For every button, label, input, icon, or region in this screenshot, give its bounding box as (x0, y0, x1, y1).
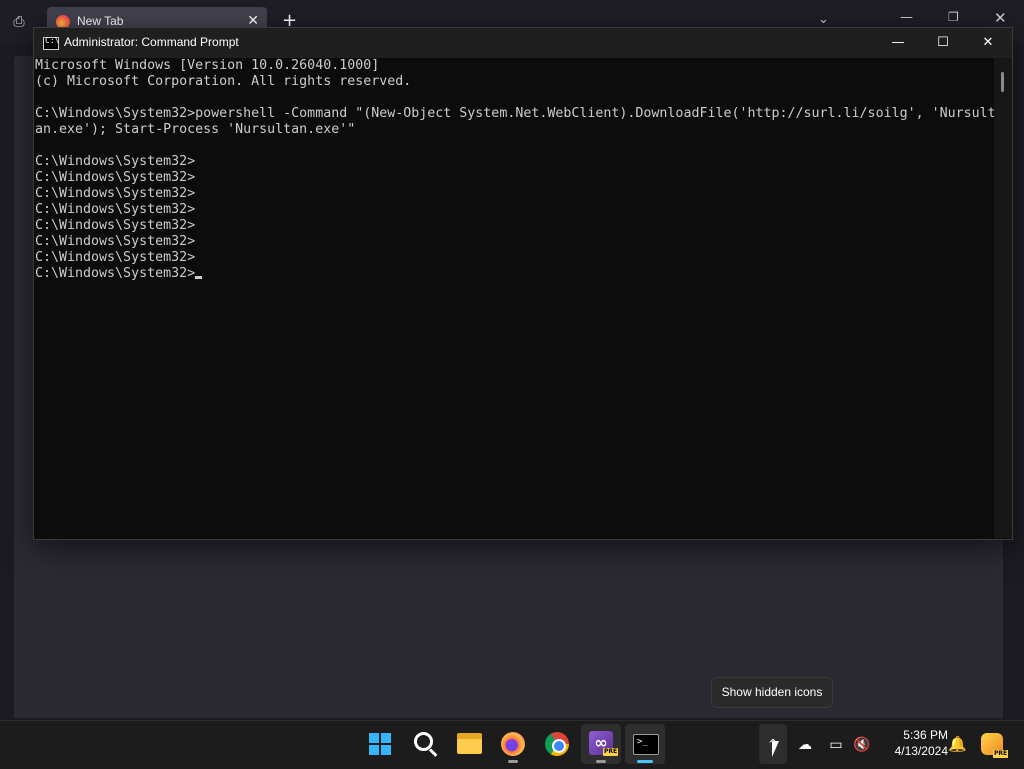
terminal-icon: >_ (633, 734, 659, 755)
console-line: C:\Windows\System32> (35, 154, 196, 169)
console-output[interactable]: Microsoft Windows [Version 10.0.26040.10… (34, 58, 994, 538)
copilot-preview-badge: PRE (993, 750, 1009, 758)
console-line: (c) Microsoft Corporation. All rights re… (35, 74, 412, 89)
close-button[interactable]: ✕ (965, 28, 1011, 58)
taskbar-file-explorer[interactable] (449, 724, 489, 764)
notification-bell-icon[interactable]: 🔔 (948, 735, 967, 753)
volume-muted-icon[interactable]: 🔇 (852, 737, 872, 753)
taskbar-firefox[interactable] (493, 724, 533, 764)
active-indicator (637, 760, 653, 763)
windows-logo-icon (369, 733, 391, 755)
console-line: C:\Windows\System32> (35, 218, 196, 233)
preview-badge: PRE (603, 748, 619, 756)
taskbar-visual-studio[interactable]: ∞ PRE (581, 724, 621, 764)
taskbar-command-prompt[interactable]: >_ (625, 724, 665, 764)
console-line: an.exe'); Start-Process 'Nursultan.exe'" (35, 122, 356, 137)
taskbar-chrome[interactable] (537, 724, 577, 764)
onedrive-offline-icon[interactable]: ☁ (795, 737, 815, 753)
cmd-title-bar[interactable]: C:\ Administrator: Command Prompt — ☐ ✕ (34, 28, 1012, 58)
minimize-button[interactable]: — (875, 28, 921, 58)
console-prompt-line[interactable]: C:\Windows\System32> (35, 266, 994, 282)
chevron-down-icon[interactable]: ⌄ (818, 12, 829, 27)
vertical-scrollbar[interactable] (994, 58, 1012, 538)
terminal-icon: C:\ (43, 36, 59, 50)
window-title: Administrator: Command Prompt (64, 35, 239, 49)
console-line: C:\Windows\System32> (35, 186, 196, 201)
console-line: C:\Windows\System32> (35, 170, 196, 185)
command-prompt-window: C:\ Administrator: Command Prompt — ☐ ✕ … (33, 27, 1013, 540)
scrollbar-thumb[interactable] (1001, 72, 1004, 92)
browser-close-button[interactable]: ✕ (994, 9, 1007, 27)
start-button[interactable] (360, 724, 400, 764)
console-line: C:\Windows\System32> (35, 202, 196, 217)
network-icon[interactable]: ▭ (826, 737, 846, 753)
clock-time: 5:36 PM (903, 728, 948, 742)
prompt-text: C:\Windows\System32> (35, 266, 196, 281)
browser-minimize-button[interactable]: — (900, 10, 913, 25)
tab-title: New Tab (77, 14, 124, 28)
console-line: C:\Windows\System32> (35, 250, 196, 265)
running-indicator (508, 760, 518, 763)
search-button[interactable] (405, 724, 445, 764)
console-line: C:\Windows\System32> (35, 234, 196, 249)
tooltip: Show hidden icons (711, 677, 833, 708)
taskbar-clock[interactable]: 5:36 PM 4/13/2024 (878, 727, 948, 759)
mouse-pointer-icon (772, 741, 779, 757)
browser-restore-button[interactable]: ❐ (948, 10, 959, 24)
console-line: C:\Windows\System32>powershell -Command … (35, 106, 994, 121)
clock-date: 4/13/2024 (894, 744, 948, 758)
list-all-tabs-icon[interactable]: ⎙ (10, 13, 28, 31)
console-line: Microsoft Windows [Version 10.0.26040.10… (35, 58, 380, 73)
running-indicator (596, 760, 606, 763)
firefox-icon (501, 732, 525, 756)
maximize-button[interactable]: ☐ (920, 28, 966, 58)
text-cursor (195, 276, 203, 279)
